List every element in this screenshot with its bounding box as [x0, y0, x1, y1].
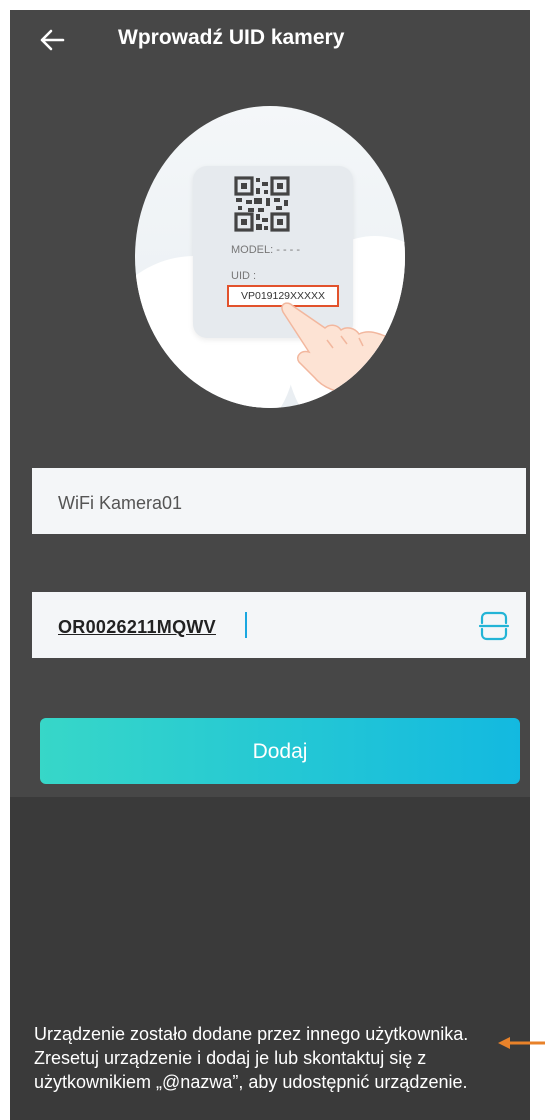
header: Wprowadź UID kamery	[10, 10, 530, 74]
uid-field[interactable]	[32, 592, 526, 658]
uid-illustration: MODEL: - - - - UID : VP019129XXXXX	[135, 106, 405, 408]
card-model-label: MODEL: - - - -	[231, 244, 301, 256]
add-button[interactable]: Dodaj	[40, 718, 520, 784]
page-title: Wprowadź UID kamery	[118, 26, 345, 49]
back-button[interactable]	[32, 22, 72, 58]
scan-icon	[478, 611, 510, 641]
card-uid-label: UID :	[231, 270, 257, 282]
app-screen: Wprowadź UID kamery MODEL: - - - - UID:…	[10, 10, 530, 1120]
arrow-left-icon	[40, 29, 65, 51]
device-name-field[interactable]	[32, 468, 526, 534]
toast-text: Urządzenie zostało dodane przez innego u…	[34, 1024, 469, 1092]
text-cursor	[245, 612, 247, 638]
device-name-input[interactable]	[56, 488, 500, 518]
pointing-hand-icon	[281, 302, 385, 394]
scan-button[interactable]	[476, 608, 512, 644]
toast-message: Urządzenie zostało dodane przez innego u…	[10, 797, 530, 1120]
annotation-arrow-icon	[498, 1037, 545, 1049]
uid-input[interactable]	[56, 612, 460, 642]
qr-code-icon	[234, 176, 290, 232]
